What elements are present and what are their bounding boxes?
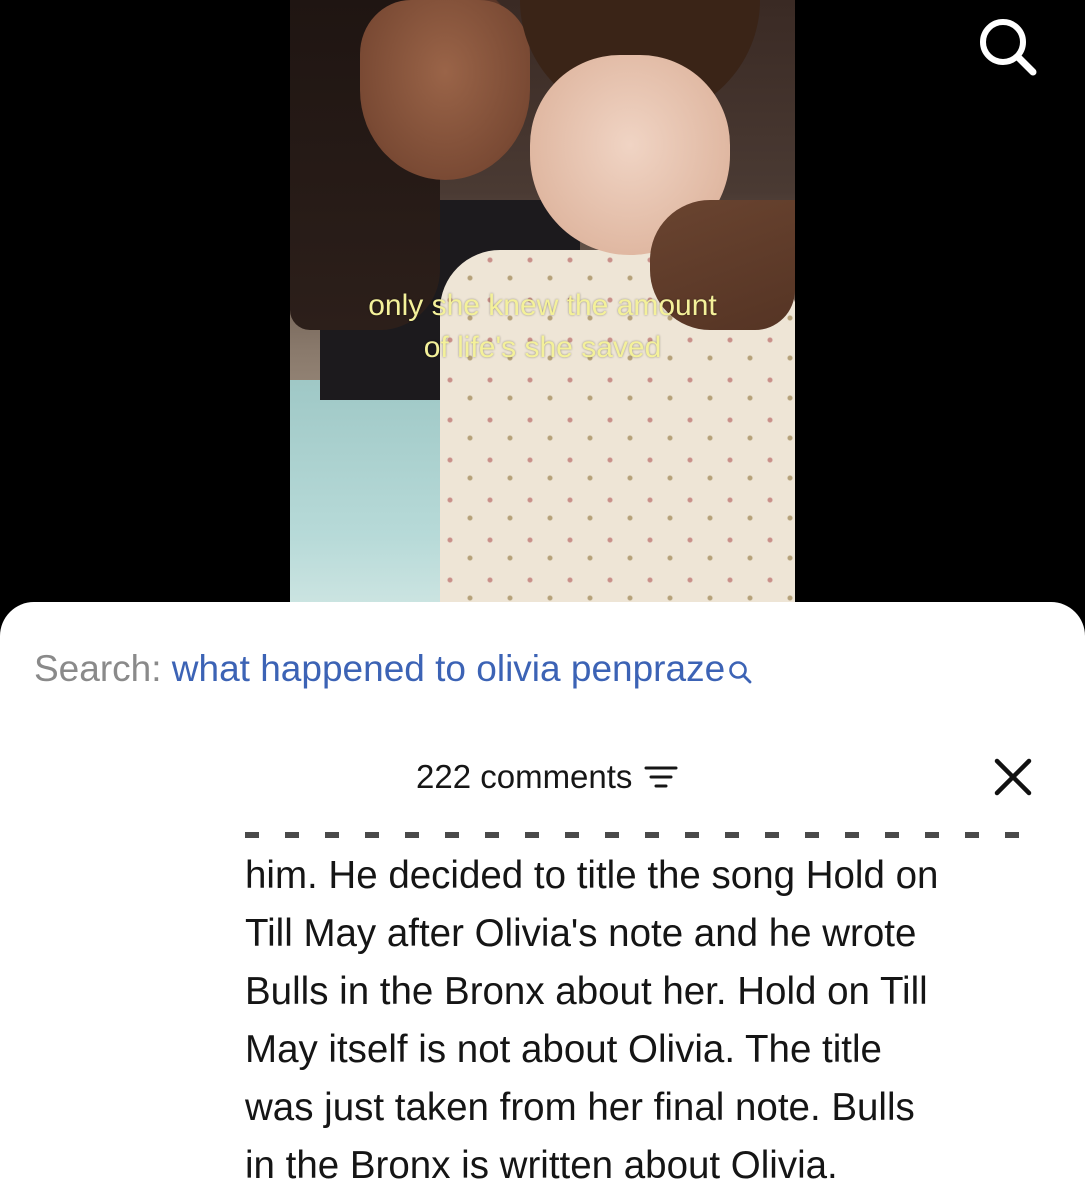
video-player[interactable]: only she knew the amount of life's she s… bbox=[0, 0, 1085, 640]
caption-line-1: only she knew the amount bbox=[368, 289, 717, 322]
close-icon[interactable] bbox=[988, 752, 1038, 802]
comment-line: him. He decided to title the song Hold o… bbox=[245, 854, 939, 897]
comments-sort-control[interactable]: 222 comments bbox=[416, 752, 678, 802]
comment-text: him. He decided to title the song Hold o… bbox=[245, 847, 1065, 1195]
comment-line: Till May after Olivia's note and he wrot… bbox=[245, 912, 917, 955]
tiktok-video-screen: only she knew the amount of life's she s… bbox=[0, 0, 1085, 1200]
comment-line: May itself is not about Olivia. The titl… bbox=[245, 1028, 882, 1071]
search-suggestion[interactable]: Search: what happened to olivia penpraze bbox=[34, 644, 753, 694]
video-scene-face-left bbox=[360, 0, 530, 180]
search-icon[interactable] bbox=[975, 14, 1039, 78]
filter-lines-icon[interactable] bbox=[644, 763, 678, 791]
comment-line: in the Bronx is written about Olivia. bbox=[245, 1144, 838, 1187]
search-prefix-label: Search: bbox=[34, 648, 172, 689]
comments-header: 222 comments bbox=[0, 752, 1085, 802]
caption-line-2: of life's she saved bbox=[423, 331, 662, 364]
video-caption-text: only she knew the amount of life's she s… bbox=[290, 285, 795, 369]
comment-text-cutoff bbox=[245, 820, 1045, 840]
comments-sheet: Search: what happened to olivia penpraze… bbox=[0, 602, 1085, 1200]
search-icon bbox=[727, 648, 753, 684]
search-query-link[interactable]: what happened to olivia penpraze bbox=[172, 648, 725, 689]
comment-line: was just taken from her final note. Bull… bbox=[245, 1086, 915, 1129]
comment-line: Bulls in the Bronx about her. Hold on Ti… bbox=[245, 970, 928, 1013]
comments-count: 222 comments bbox=[416, 758, 633, 795]
cutoff-text-fragment bbox=[245, 832, 1035, 838]
video-frame[interactable]: only she knew the amount of life's she s… bbox=[290, 0, 795, 640]
